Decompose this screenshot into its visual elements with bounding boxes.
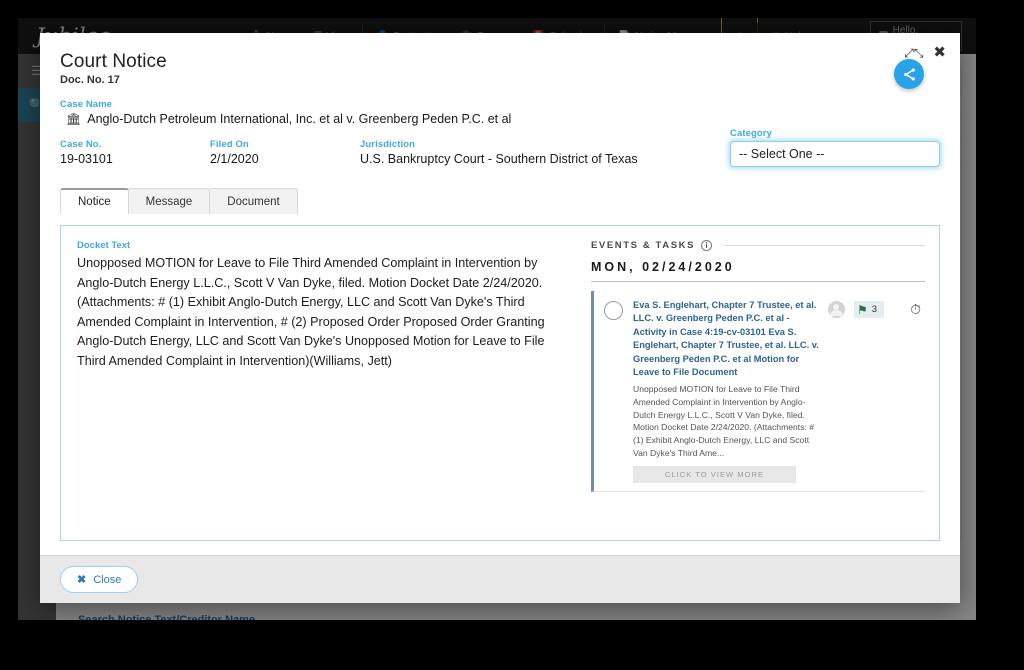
alarm-clock-icon[interactable]: ⏱ bbox=[910, 301, 921, 318]
case-name-field: Case Name 🏛 Anglo-Dutch Petroleum Intern… bbox=[60, 99, 940, 126]
divider bbox=[724, 245, 925, 246]
filed-on-field: Filed On 2/1/2020 bbox=[210, 139, 360, 166]
close-button-label: Close bbox=[93, 573, 122, 586]
jurisdiction-field: Jurisdiction U.S. Bankruptcy Court - Sou… bbox=[360, 139, 638, 166]
category-select[interactable]: -- Select One -- bbox=[730, 141, 940, 167]
case-no-field: Case No. 19-03101 bbox=[60, 139, 210, 166]
tab-document[interactable]: Document bbox=[209, 188, 298, 214]
event-icons: ⚑ 3 ⏱ bbox=[828, 299, 925, 483]
click-to-view-more-button[interactable]: CLICK TO VIEW MORE bbox=[633, 466, 796, 484]
events-heading: EVENTS & TASKS bbox=[591, 240, 696, 251]
event-title[interactable]: Eva S. Englehart, Chapter 7 Trustee, et … bbox=[633, 299, 822, 380]
event-body: Eva S. Englehart, Chapter 7 Trustee, et … bbox=[633, 299, 828, 484]
filed-on-label: Filed On bbox=[210, 139, 249, 150]
event-description: Unopposed MOTION for Leave to File Third… bbox=[633, 383, 815, 459]
circle-checkbox-icon[interactable] bbox=[604, 301, 623, 320]
close-button[interactable]: ✖ Close bbox=[60, 566, 139, 593]
flag-chip[interactable]: ⚑ 3 bbox=[854, 301, 885, 318]
flag-icon: ⚑ bbox=[857, 302, 868, 317]
close-icon[interactable]: ✖ bbox=[933, 45, 946, 60]
tab-message[interactable]: Message bbox=[127, 188, 211, 214]
category-field: Category -- Select One -- bbox=[730, 128, 940, 167]
tab-bar: Notice Message Document bbox=[60, 188, 940, 214]
tab-label: Document bbox=[227, 196, 280, 208]
category-label: Category bbox=[730, 128, 772, 139]
jurisdiction-value: U.S. Bankruptcy Court - Southern Distric… bbox=[360, 152, 638, 166]
tab-label: Notice bbox=[78, 196, 111, 208]
x-icon: ✖ bbox=[77, 574, 87, 586]
category-selected-value: -- Select One -- bbox=[739, 147, 825, 161]
jurisdiction-label: Jurisdiction bbox=[360, 139, 416, 150]
bank-icon: 🏛 bbox=[66, 112, 82, 126]
user-add-icon[interactable] bbox=[828, 301, 846, 318]
case-name-value: Anglo-Dutch Petroleum International, Inc… bbox=[87, 112, 512, 126]
share-button[interactable] bbox=[894, 59, 924, 89]
events-date-header: MON, 02/24/2020 bbox=[591, 260, 925, 282]
case-name-value-row: 🏛 Anglo-Dutch Petroleum International, I… bbox=[66, 112, 940, 126]
info-icon[interactable]: i bbox=[701, 240, 713, 251]
case-no-value: 19-03101 bbox=[60, 152, 113, 166]
events-heading-row: EVENTS & TASKS i bbox=[591, 240, 925, 251]
filed-on-value: 2/1/2020 bbox=[210, 152, 259, 166]
notice-pane: Docket Text Unopposed MOTION for Leave t… bbox=[61, 226, 581, 540]
events-and-tasks-pane: EVENTS & TASKS i MON, 02/24/2020 Eva S. … bbox=[581, 226, 939, 540]
case-name-label: Case Name bbox=[60, 99, 113, 110]
tab-panel: Docket Text Unopposed MOTION for Leave t… bbox=[60, 225, 940, 541]
court-notice-modal: ⤢⤡ ✖ Court Notice Doc. No. 17 Case Name … bbox=[40, 33, 960, 603]
window-controls: ⤢⤡ ✖ bbox=[904, 45, 946, 60]
tab-notice[interactable]: Notice bbox=[60, 188, 129, 214]
doc-number: Doc. No. 17 bbox=[60, 74, 120, 86]
share-icon bbox=[903, 68, 915, 80]
modal-content: ⤢⤡ ✖ Court Notice Doc. No. 17 Case Name … bbox=[40, 33, 960, 555]
event-card[interactable]: Eva S. Englehart, Chapter 7 Trustee, et … bbox=[591, 291, 925, 493]
tab-label: Message bbox=[145, 196, 193, 208]
case-no-label: Case No. bbox=[60, 139, 102, 150]
docket-text-label: Docket Text bbox=[77, 240, 131, 251]
page-title: Court Notice bbox=[60, 51, 167, 72]
flag-count: 3 bbox=[871, 304, 878, 315]
docket-text-value: Unopposed MOTION for Leave to File Third… bbox=[77, 256, 545, 368]
modal-footer: ✖ Close bbox=[40, 555, 960, 603]
minimize-icon[interactable]: ⤢⤡ bbox=[904, 47, 923, 59]
